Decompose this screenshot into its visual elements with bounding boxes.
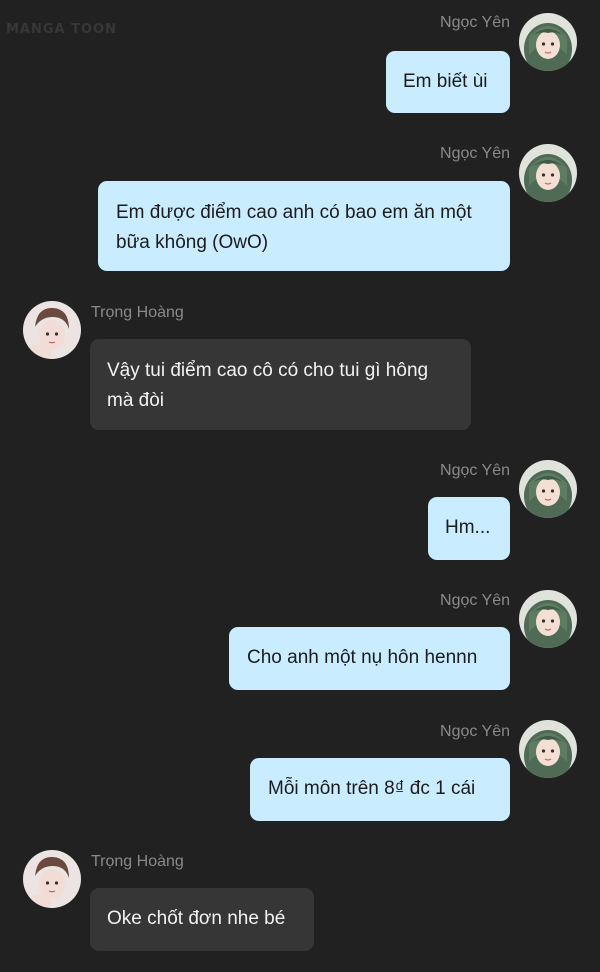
sender-name: Ngọc Yên bbox=[440, 592, 510, 609]
sent-message-bubble[interactable]: Cho anh một nụ hôn hennn bbox=[229, 627, 510, 690]
girl-avatar[interactable] bbox=[519, 144, 577, 202]
watermark: MANGA TOON bbox=[6, 22, 117, 37]
sent-message-bubble[interactable]: Em được điểm cao anh có bao em ăn một bữ… bbox=[98, 181, 510, 271]
sent-message-bubble[interactable]: Hm... bbox=[428, 497, 510, 560]
sent-message-bubble[interactable]: Em biết ùi bbox=[386, 51, 510, 113]
sender-name: Trọng Hoàng bbox=[91, 304, 184, 321]
girl-avatar[interactable] bbox=[519, 460, 577, 518]
received-message-bubble[interactable]: Oke chốt đơn nhe bé bbox=[90, 888, 314, 951]
girl-avatar[interactable] bbox=[519, 590, 577, 648]
sender-name: Ngọc Yên bbox=[440, 145, 510, 162]
boy-avatar[interactable] bbox=[23, 850, 81, 908]
boy-avatar[interactable] bbox=[23, 301, 81, 359]
sender-name: Ngọc Yên bbox=[440, 723, 510, 740]
sender-name: Trọng Hoàng bbox=[91, 853, 184, 870]
sent-message-bubble[interactable]: Mỗi môn trên 8₫ đc 1 cái bbox=[250, 758, 510, 821]
sender-name: Ngọc Yên bbox=[440, 14, 510, 31]
received-message-bubble[interactable]: Vậy tui điểm cao cô có cho tui gì hông m… bbox=[90, 339, 471, 430]
girl-avatar[interactable] bbox=[519, 720, 577, 778]
girl-avatar[interactable] bbox=[519, 13, 577, 71]
sender-name: Ngọc Yên bbox=[440, 462, 510, 479]
